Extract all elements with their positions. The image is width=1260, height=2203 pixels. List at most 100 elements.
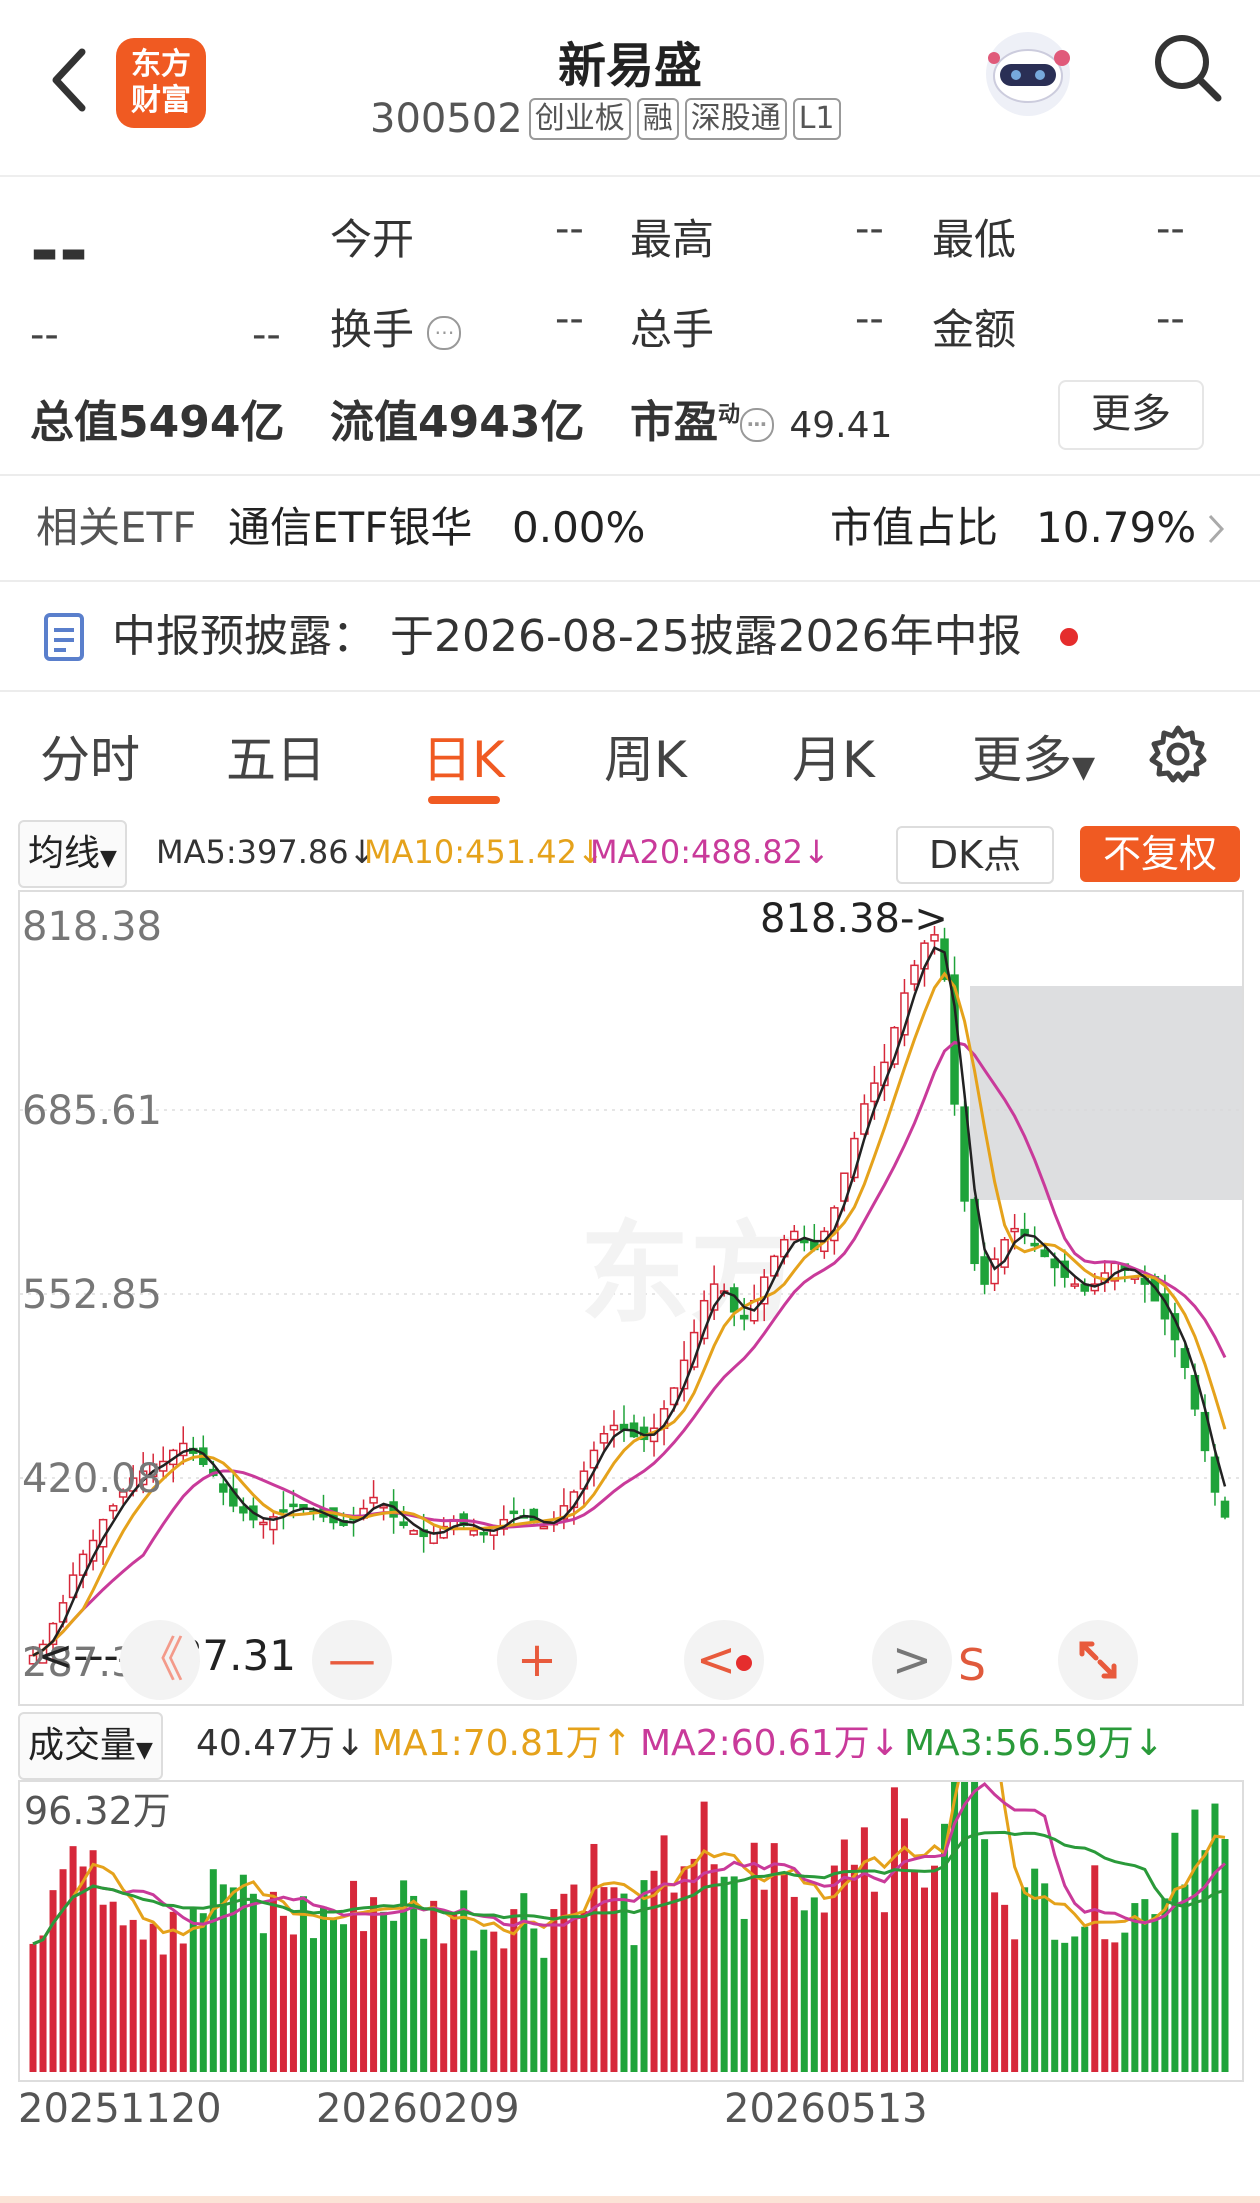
float-market-cap: 流值4943亿 <box>330 397 585 448</box>
volume-bar <box>610 1887 618 2072</box>
candle <box>1070 1283 1079 1287</box>
vol-ma2: MA2:60.61万↓ <box>640 1712 900 1776</box>
chevron-right-icon[interactable] <box>1204 512 1228 546</box>
turnover-label[interactable]: 换手 ⋯ <box>330 296 462 357</box>
volume-bar <box>209 1869 217 2072</box>
volume-bar <box>580 1911 588 2072</box>
watermark: 东方 <box>580 1213 800 1336</box>
vol-ma3-text: MA3:56.59万 <box>904 1723 1134 1764</box>
volume-bar <box>850 1864 858 2072</box>
volume-bar <box>1181 1884 1189 2072</box>
volume-bar <box>1061 1942 1069 2072</box>
volume-bar <box>1111 1942 1119 2072</box>
volume-bar <box>971 1782 979 2072</box>
pe-block[interactable]: 市盈动 ⋯ 49.41 <box>630 386 892 450</box>
vol-value: 40.47万↓ <box>196 1712 365 1776</box>
volume-bar <box>279 1915 287 2072</box>
tab-five-day[interactable]: 五日 <box>226 720 326 792</box>
kline-chart[interactable]: 东方 818.38685.61552.85420.08287.31 818.38… <box>18 890 1244 1706</box>
candle <box>429 1532 438 1544</box>
search-icon[interactable] <box>1148 28 1228 108</box>
volume-bar <box>630 1945 638 2072</box>
indicator-selector[interactable]: 均线▼ <box>18 820 127 888</box>
etf-ratio-label: 市值占比 <box>830 503 999 552</box>
adjust-price-button[interactable]: 不复权 <box>1080 826 1240 882</box>
candle <box>409 1530 418 1535</box>
last-price: -- <box>30 210 89 292</box>
volume-bars <box>29 1782 1229 2072</box>
ma10-text: MA10:451.42 <box>364 833 577 871</box>
robot-assistant-icon[interactable] <box>978 24 1078 124</box>
volume-bar <box>1101 1939 1109 2072</box>
zoom-out-button[interactable]: — <box>312 1620 392 1700</box>
prev-candle-button[interactable]: < <box>684 1620 764 1700</box>
down-arrow-icon: ↓ <box>869 1723 900 1764</box>
price-range-box <box>970 986 1242 1200</box>
etf-ratio: 10.79% <box>1036 503 1197 552</box>
pe-info-icon[interactable]: ⋯ <box>740 408 775 442</box>
tab-monthly-k[interactable]: 月K <box>792 720 875 792</box>
prev-candle-glyph: < <box>695 1632 737 1688</box>
tab-more-label: 更多 <box>972 731 1072 789</box>
volume-bar <box>760 1889 768 2072</box>
volume-chart[interactable]: 96.32万 <box>18 1780 1244 2082</box>
gear-icon[interactable] <box>1146 722 1210 786</box>
volume-bar <box>129 1919 137 2072</box>
zoom-in-button[interactable]: + <box>497 1620 577 1700</box>
volume-bar <box>119 1925 127 2072</box>
volume-bar <box>710 1864 718 2072</box>
next-candle-button[interactable]: > <box>872 1620 952 1700</box>
ma20-text: MA20:488.82 <box>590 833 803 871</box>
indicator-selector-label: 均线 <box>28 833 101 874</box>
volume-bar <box>1091 1865 1099 2072</box>
volume-bar <box>730 1876 738 2072</box>
active-tab-indicator <box>428 796 500 804</box>
vol-ma3: MA3:56.59万↓ <box>904 1712 1164 1776</box>
volume-bar <box>810 1897 818 2072</box>
tab-daily-k[interactable]: 日K <box>422 720 505 792</box>
volume-bar <box>720 1876 728 2072</box>
candle <box>279 1509 288 1513</box>
ma20-value: MA20:488.82↓ <box>590 820 830 884</box>
scroll-left-fast-button[interactable]: 《 <box>120 1620 200 1700</box>
info-icon[interactable]: ⋯ <box>427 315 462 350</box>
volume-bar <box>360 1931 368 2072</box>
volume-label: 总手 <box>630 305 715 354</box>
volume-bar <box>89 1850 97 2072</box>
pe-label: 市盈 <box>630 397 718 448</box>
strategy-s-button[interactable]: S <box>958 1640 986 1691</box>
volume-bar <box>99 1904 107 2072</box>
etf-name[interactable]: 通信ETF银华 <box>228 478 472 578</box>
volume-selector[interactable]: 成交量▼ <box>18 1712 163 1780</box>
tab-more[interactable]: 更多▼ <box>972 720 1095 792</box>
fullscreen-button[interactable] <box>1058 1620 1138 1700</box>
volume-bar <box>380 1911 388 2072</box>
volume-bar <box>169 1911 177 2072</box>
volume-bar <box>660 1835 668 2072</box>
volume-value: -- <box>855 296 884 342</box>
tab-weekly-k[interactable]: 周K <box>604 720 687 792</box>
volume-bar <box>1041 1883 1049 2072</box>
volume-bar <box>39 1935 47 2072</box>
candle <box>259 1521 268 1526</box>
volume-bar <box>69 1846 77 2072</box>
disclosure-text[interactable]: 中报预披露： 于2026-08-25披露2026年中报 <box>112 600 1022 674</box>
price-tick: 552.85 <box>22 1272 162 1318</box>
candle <box>509 1510 519 1515</box>
volume-bar <box>1141 1899 1149 2072</box>
dk-point-button[interactable]: DK点 <box>896 826 1054 884</box>
turnover-value: -- <box>555 296 584 342</box>
tab-intraday[interactable]: 分时 <box>40 720 140 792</box>
ma10-value: MA10:451.42↓ <box>364 820 604 884</box>
dropdown-triangle-icon: ▼ <box>1072 750 1096 785</box>
date-tick-2: 20260209 <box>316 2086 520 2132</box>
volume-bar <box>249 1893 257 2072</box>
volume-bar <box>239 1874 247 2072</box>
volume-bar <box>159 1954 167 2072</box>
volume-bar <box>259 1933 267 2072</box>
period-tabs: 分时 五日 日K 周K 月K 更多▼ <box>0 700 1260 810</box>
etf-pct: 0.00% <box>512 503 646 552</box>
price-axis: 818.38685.61552.85420.08287.31 <box>22 904 162 1686</box>
pe-value: 49.41 <box>789 405 893 446</box>
more-button[interactable]: 更多 <box>1058 380 1204 450</box>
